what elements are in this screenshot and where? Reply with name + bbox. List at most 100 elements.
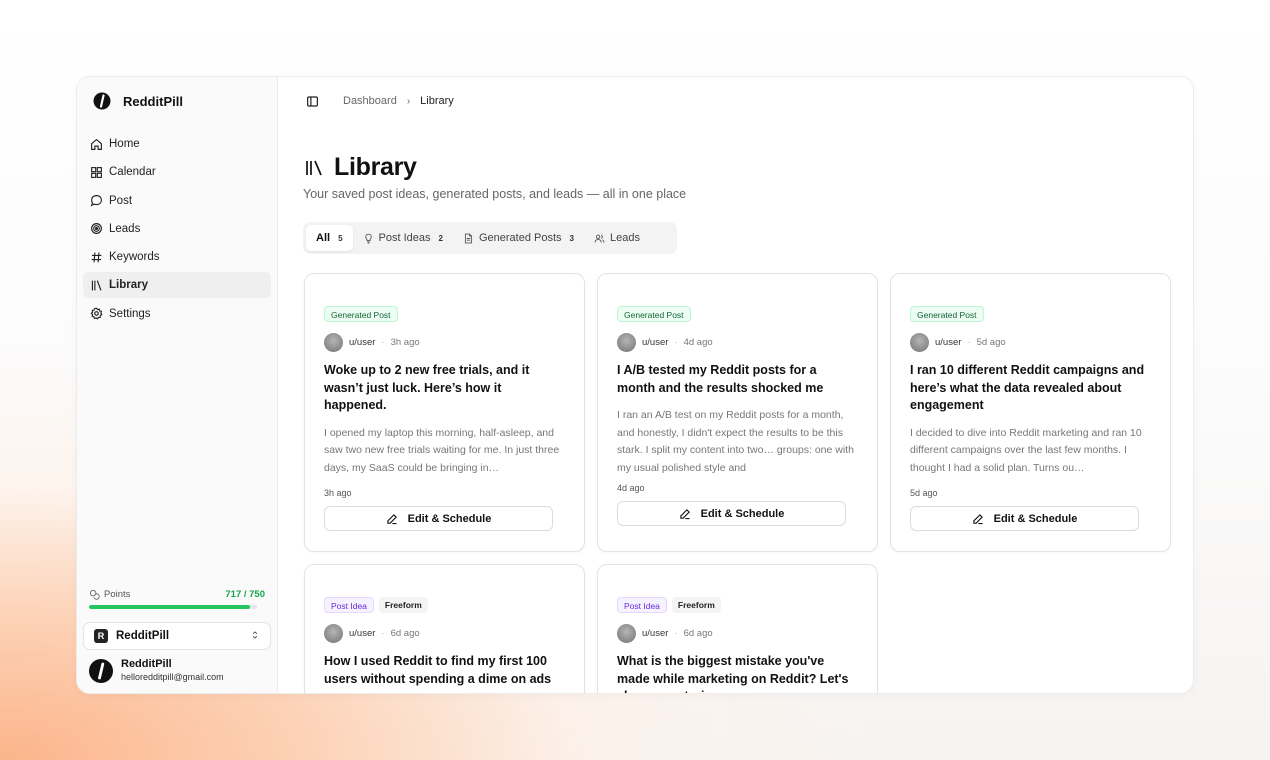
app-window: RedditPill Home Calendar Post Leads Keyw…: [76, 76, 1194, 694]
card-username: u/user: [349, 628, 376, 639]
card-title: What is the biggest mistake you've made …: [617, 654, 849, 693]
library-card[interactable]: Generated Post u/user · 5d ago I ran 10 …: [890, 273, 1171, 552]
sidebar-item-keywords[interactable]: Keywords: [83, 244, 271, 270]
sidebar-item-label: Calendar: [109, 166, 156, 179]
card-timestamp: 3h ago: [324, 488, 352, 498]
sidebar-item-settings[interactable]: Settings: [83, 301, 271, 327]
library-card[interactable]: Post Idea Freeform u/user · 6d ago How I…: [304, 564, 585, 693]
tab-count: 2: [438, 233, 443, 243]
button-label: Edit & Schedule: [407, 512, 492, 525]
tab-post-ideas[interactable]: Post Ideas 2: [353, 225, 453, 251]
sidebar: RedditPill Home Calendar Post Leads Keyw…: [77, 77, 278, 693]
workspace-name: RedditPill: [116, 630, 170, 642]
tab-label: All: [316, 232, 331, 244]
main-content: Dashboard › Library Library Your saved p…: [278, 77, 1193, 693]
sidebar-item-library[interactable]: Library: [83, 272, 271, 299]
logo-icon: [93, 92, 111, 110]
tab-count: 5: [338, 233, 343, 243]
points-value: 717 / 750: [225, 589, 265, 600]
brand[interactable]: RedditPill: [93, 91, 183, 111]
sidebar-item-calendar[interactable]: Calendar: [83, 159, 271, 185]
card-age: 6d ago: [683, 628, 713, 639]
tag-post-idea: Post Idea: [617, 597, 667, 613]
page-title-text: Library: [334, 153, 417, 181]
workspace-switcher[interactable]: R RedditPill: [83, 622, 271, 650]
page-title: Library: [304, 153, 417, 182]
brand-name: RedditPill: [123, 93, 183, 109]
user-avatar: [617, 624, 636, 643]
breadcrumb-separator: ›: [406, 95, 411, 107]
card-age: 4d ago: [683, 337, 713, 348]
home-icon: [89, 137, 103, 151]
edit-schedule-button[interactable]: Edit & Schedule: [324, 506, 553, 531]
hash-icon: [89, 250, 103, 264]
lightbulb-icon: [364, 233, 372, 243]
card-username: u/user: [349, 337, 376, 348]
card-age: 6d ago: [390, 628, 420, 639]
card-age: 5d ago: [976, 337, 1006, 348]
calendar-icon: [89, 165, 103, 179]
tab-generated-posts[interactable]: Generated Posts 3: [453, 225, 584, 251]
tab-label: Post Ideas: [378, 232, 431, 244]
card-title: Woke up to 2 new free trials, and it was…: [324, 363, 530, 412]
tag-post-idea: Post Idea: [324, 597, 374, 613]
users-icon: [594, 234, 605, 243]
button-label: Edit & Schedule: [993, 512, 1078, 525]
chevron-up-down-icon: [250, 630, 260, 643]
card-username: u/user: [642, 628, 669, 639]
tab-count: 3: [569, 233, 574, 243]
card-timestamp: 4d ago: [617, 483, 645, 493]
breadcrumb-dashboard[interactable]: Dashboard: [343, 95, 397, 107]
card-title: I A/B tested my Reddit posts for a month…: [617, 363, 824, 395]
card-username: u/user: [642, 337, 669, 348]
chat-bubble-icon: [89, 194, 103, 208]
pencil-icon: [972, 513, 983, 524]
sidebar-item-leads[interactable]: Leads: [83, 216, 271, 242]
sidebar-item-label: Keywords: [109, 251, 160, 264]
coins-icon: [89, 589, 100, 600]
library-card[interactable]: Generated Post u/user · 3h ago Woke up t…: [304, 273, 585, 552]
edit-schedule-button[interactable]: Edit & Schedule: [617, 501, 846, 526]
tag-freeform: Freeform: [671, 597, 721, 613]
card-excerpt: I ran an A/B test on my Reddit posts for…: [617, 409, 854, 474]
pencil-icon: [679, 508, 690, 519]
sidebar-item-label: Post: [109, 194, 133, 207]
card-age: 3h ago: [390, 337, 420, 348]
user-profile[interactable]: RedditPill helloredditpill@gmail.com: [89, 658, 224, 683]
library-icon: [306, 160, 322, 175]
avatar: [89, 658, 113, 683]
card-excerpt: I opened my laptop this morning, half-as…: [324, 426, 560, 474]
sidebar-nav: Home Calendar Post Leads Keywords Librar…: [83, 131, 271, 329]
sidebar-item-post[interactable]: Post: [83, 188, 271, 214]
library-card[interactable]: Generated Post u/user · 4d ago I A/B tes…: [597, 273, 878, 552]
workspace-badge: R: [94, 629, 108, 643]
tab-all[interactable]: All 5: [306, 225, 353, 251]
filter-tabs: All 5 Post Ideas 2 Generated Posts 3 Lea…: [303, 222, 677, 254]
card-excerpt: I decided to dive into Reddit marketing …: [910, 426, 1142, 474]
tab-label: Leads: [609, 232, 640, 244]
document-icon: [464, 233, 472, 243]
sidebar-item-label: Leads: [109, 222, 141, 235]
user-avatar: [324, 624, 343, 643]
tag-freeform: Freeform: [378, 597, 428, 613]
library-card[interactable]: Post Idea Freeform u/user · 6d ago What …: [597, 564, 878, 693]
topbar: Dashboard › Library: [306, 93, 454, 109]
pencil-icon: [386, 513, 397, 524]
breadcrumb-current: Library: [420, 95, 454, 107]
tab-leads[interactable]: Leads: [584, 225, 650, 251]
card-title: I ran 10 different Reddit campaigns and …: [910, 363, 1145, 412]
card-username: u/user: [935, 337, 962, 348]
sidebar-toggle-icon[interactable]: [306, 95, 319, 108]
sidebar-item-home[interactable]: Home: [83, 131, 271, 157]
points-progress-fill: [89, 605, 250, 609]
tag-generated-post: Generated Post: [910, 306, 984, 322]
card-title: How I used Reddit to find my first 100 u…: [324, 654, 552, 686]
edit-schedule-button[interactable]: Edit & Schedule: [910, 506, 1139, 531]
page-subtitle: Your saved post ideas, generated posts, …: [303, 187, 687, 201]
points-label: Points: [104, 589, 131, 600]
card-timestamp: 5d ago: [910, 488, 938, 498]
target-icon: [89, 222, 103, 236]
user-name: RedditPill: [121, 658, 172, 670]
library-icon: [89, 278, 103, 292]
points-meter: Points 717 / 750: [89, 589, 265, 609]
